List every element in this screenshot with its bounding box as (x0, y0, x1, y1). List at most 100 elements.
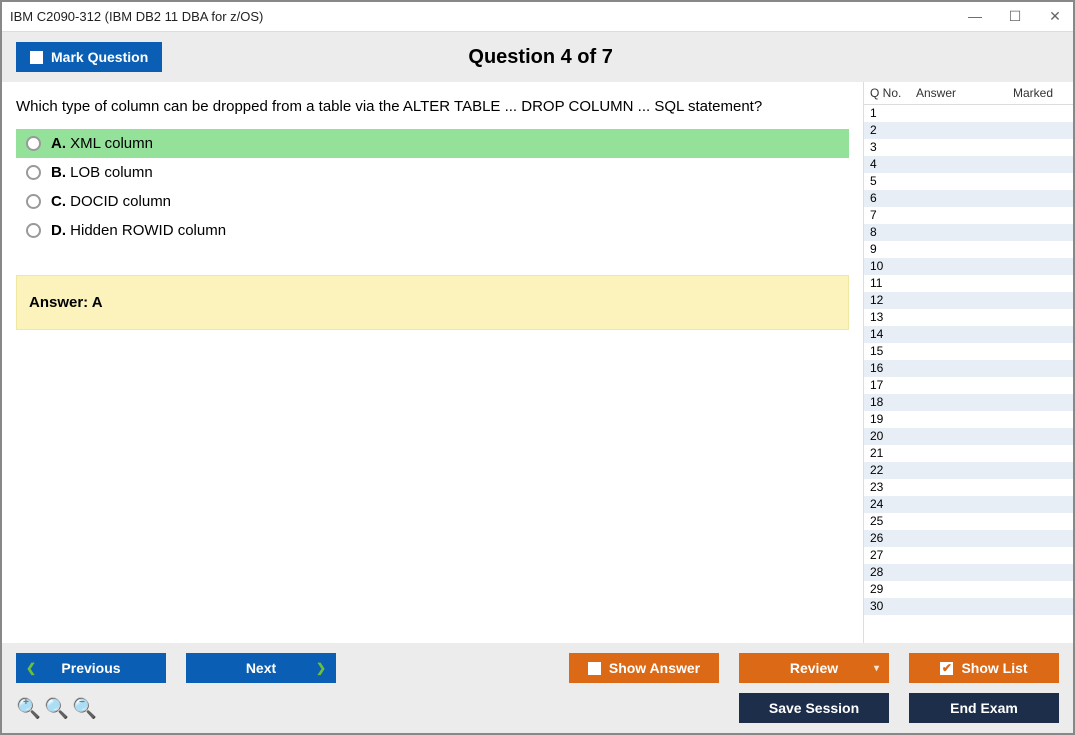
zoom-out-icon[interactable]: 🔍 (72, 696, 94, 721)
question-list-row[interactable]: 13 (864, 309, 1073, 326)
question-list-row[interactable]: 3 (864, 139, 1073, 156)
app-window: IBM C2090-312 (IBM DB2 11 DBA for z/OS) … (0, 0, 1075, 735)
question-list-row[interactable]: 20 (864, 428, 1073, 445)
titlebar: IBM C2090-312 (IBM DB2 11 DBA for z/OS) … (2, 2, 1073, 32)
row-qno: 21 (870, 445, 916, 462)
row-qno: 23 (870, 479, 916, 496)
row-qno: 30 (870, 598, 916, 615)
question-list-row[interactable]: 8 (864, 224, 1073, 241)
row-qno: 24 (870, 496, 916, 513)
question-list-row[interactable]: 12 (864, 292, 1073, 309)
close-icon[interactable]: ✕ (1045, 8, 1065, 25)
review-label: Review (790, 660, 838, 676)
option-d[interactable]: D. Hidden ROWID column (16, 216, 849, 245)
row-qno: 14 (870, 326, 916, 343)
show-answer-button[interactable]: Show Answer (569, 653, 719, 683)
next-label: Next (246, 660, 276, 676)
question-list-row[interactable]: 19 (864, 411, 1073, 428)
row-qno: 17 (870, 377, 916, 394)
question-text: Which type of column can be dropped from… (16, 98, 849, 115)
question-list-panel: Q No. Answer Marked 12345678910111213141… (863, 82, 1073, 643)
question-list-row[interactable]: 26 (864, 530, 1073, 547)
row-qno: 29 (870, 581, 916, 598)
row-qno: 18 (870, 394, 916, 411)
option-label: B. LOB column (51, 164, 153, 181)
option-a[interactable]: A. XML column (16, 129, 849, 158)
question-list-row[interactable]: 4 (864, 156, 1073, 173)
radio-icon (26, 194, 41, 209)
radio-icon (26, 136, 41, 151)
question-list-row[interactable]: 9 (864, 241, 1073, 258)
question-list-row[interactable]: 10 (864, 258, 1073, 275)
question-list-row[interactable]: 27 (864, 547, 1073, 564)
question-list-row[interactable]: 5 (864, 173, 1073, 190)
maximize-icon[interactable]: ☐ (1005, 8, 1025, 25)
minimize-icon[interactable]: — (965, 8, 985, 25)
question-list-row[interactable]: 7 (864, 207, 1073, 224)
header-answer: Answer (916, 86, 1013, 100)
header-marked: Marked (1013, 86, 1067, 100)
bottom-row-1: ❮ Previous Next ❯ Show Answer Review Sho… (16, 653, 1059, 683)
question-panel: Which type of column can be dropped from… (2, 82, 863, 643)
next-button[interactable]: Next ❯ (186, 653, 336, 683)
question-list-header: Q No. Answer Marked (864, 82, 1073, 105)
show-list-button[interactable]: Show List (909, 653, 1059, 683)
mark-question-button[interactable]: Mark Question (16, 42, 162, 72)
question-list-row[interactable]: 11 (864, 275, 1073, 292)
question-list-row[interactable]: 14 (864, 326, 1073, 343)
row-qno: 27 (870, 547, 916, 564)
question-list-row[interactable]: 2 (864, 122, 1073, 139)
option-c[interactable]: C. DOCID column (16, 187, 849, 216)
question-list-row[interactable]: 23 (864, 479, 1073, 496)
option-label: D. Hidden ROWID column (51, 222, 226, 239)
row-qno: 15 (870, 343, 916, 360)
question-list-row[interactable]: 15 (864, 343, 1073, 360)
row-qno: 6 (870, 190, 916, 207)
zoom-in-icon[interactable]: 🔍 (16, 696, 38, 721)
question-list-row[interactable]: 21 (864, 445, 1073, 462)
review-dropdown[interactable]: Review (739, 653, 889, 683)
previous-button[interactable]: ❮ Previous (16, 653, 166, 683)
options-list: A. XML column B. LOB column C. DOCID colum… (16, 129, 849, 245)
chevron-left-icon: ❮ (26, 661, 36, 675)
question-list-row[interactable]: 16 (864, 360, 1073, 377)
question-list-row[interactable]: 25 (864, 513, 1073, 530)
header-qno: Q No. (870, 86, 916, 100)
question-list-row[interactable]: 29 (864, 581, 1073, 598)
save-session-button[interactable]: Save Session (739, 693, 889, 723)
row-qno: 4 (870, 156, 916, 173)
question-list-row[interactable]: 28 (864, 564, 1073, 581)
row-qno: 5 (870, 173, 916, 190)
question-list[interactable]: 1234567891011121314151617181920212223242… (864, 105, 1073, 643)
question-list-row[interactable]: 17 (864, 377, 1073, 394)
end-exam-label: End Exam (950, 700, 1018, 716)
option-b[interactable]: B. LOB column (16, 158, 849, 187)
row-qno: 28 (870, 564, 916, 581)
row-qno: 9 (870, 241, 916, 258)
row-qno: 13 (870, 309, 916, 326)
zoom-controls: 🔍 🔍 🔍 (16, 696, 94, 721)
question-list-row[interactable]: 18 (864, 394, 1073, 411)
zoom-reset-icon[interactable]: 🔍 (44, 696, 66, 721)
mark-checkbox-icon (30, 51, 43, 64)
row-qno: 8 (870, 224, 916, 241)
question-list-row[interactable]: 30 (864, 598, 1073, 615)
end-exam-button[interactable]: End Exam (909, 693, 1059, 723)
answer-box: Answer: A (16, 275, 849, 330)
content-area: Which type of column can be dropped from… (2, 82, 1073, 643)
row-qno: 10 (870, 258, 916, 275)
show-answer-label: Show Answer (609, 660, 700, 676)
mark-question-label: Mark Question (51, 49, 148, 65)
question-list-row[interactable]: 22 (864, 462, 1073, 479)
question-list-row[interactable]: 1 (864, 105, 1073, 122)
question-list-row[interactable]: 24 (864, 496, 1073, 513)
question-counter: Question 4 of 7 (162, 46, 919, 69)
question-list-row[interactable]: 6 (864, 190, 1073, 207)
topbar: Mark Question Question 4 of 7 (2, 32, 1073, 82)
save-session-label: Save Session (769, 700, 859, 716)
show-list-label: Show List (961, 660, 1027, 676)
option-label: C. DOCID column (51, 193, 171, 210)
radio-icon (26, 165, 41, 180)
row-qno: 11 (870, 275, 916, 292)
row-qno: 12 (870, 292, 916, 309)
